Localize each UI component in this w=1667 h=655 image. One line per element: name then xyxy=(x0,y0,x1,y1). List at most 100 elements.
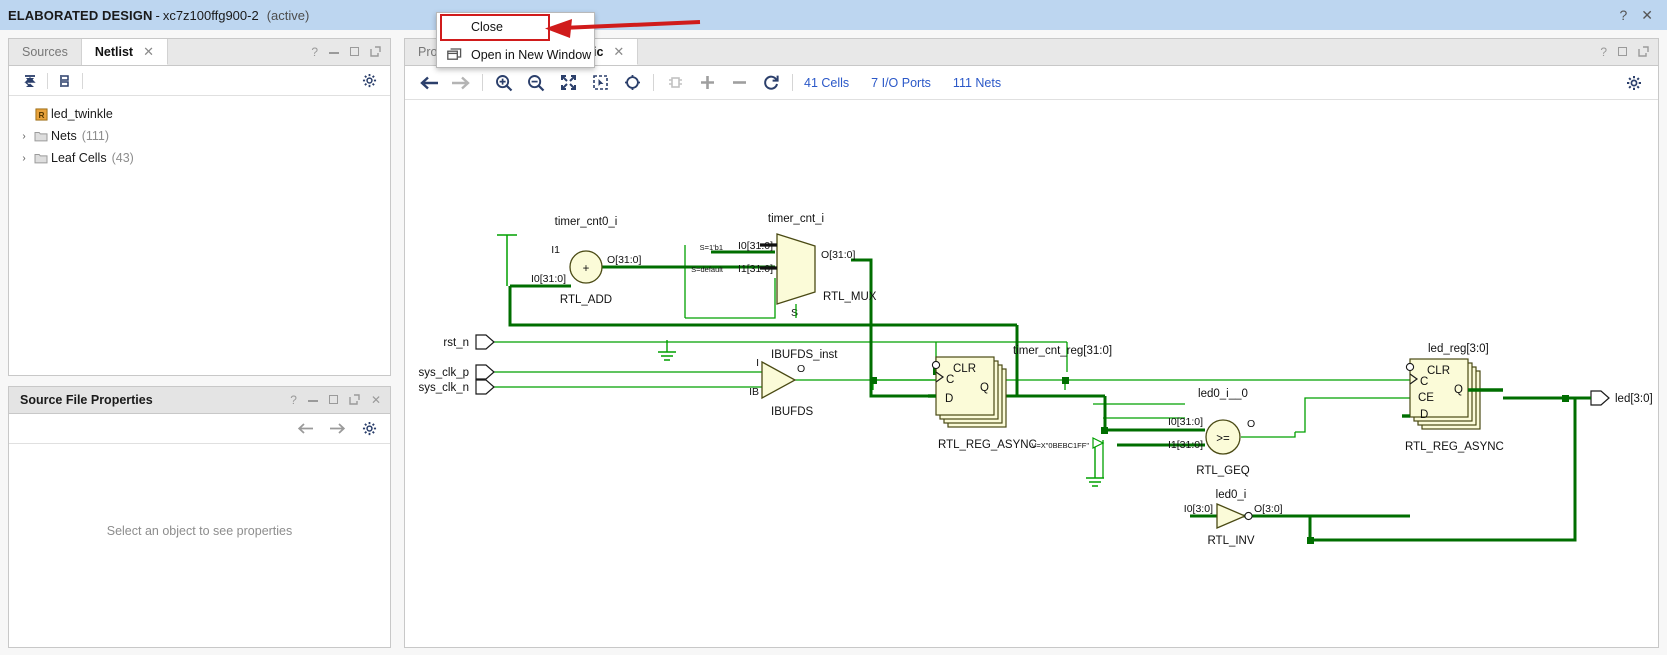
stat-cells[interactable]: 41 Cells xyxy=(804,76,849,90)
zoom-in-icon[interactable] xyxy=(488,70,520,96)
properties-toolbar xyxy=(9,414,390,444)
netlist-maximize-icon[interactable] xyxy=(350,46,359,58)
tree-item-leaf-cells[interactable]: › Leaf Cells (43) xyxy=(9,147,390,169)
stat-nets[interactable]: 111 Nets xyxy=(953,76,1001,90)
pin-mux-s: S xyxy=(791,307,798,319)
cell-IBUFDS_inst[interactable]: IBUFDS_inst IBUFDS I IB O xyxy=(749,349,838,418)
schematic-toolbar: 41 Cells 7 I/O Ports 111 Nets xyxy=(405,66,1658,100)
pin-led-c: C xyxy=(1420,376,1428,388)
netlist-tabstrip: Sources Netlist ✕ ? xyxy=(8,38,391,65)
toolbar-divider xyxy=(47,72,48,89)
remove-minus-icon[interactable] xyxy=(723,70,755,96)
netlist-settings-gear-icon[interactable] xyxy=(356,70,382,92)
cell-timer_cnt_i[interactable]: timer_cnt_i RTL_MUX I0[31:0] I1[31:0] S … xyxy=(691,213,877,319)
port-sys_clk_p[interactable]: sys_clk_p xyxy=(419,364,495,380)
window-close-button[interactable]: ✕ xyxy=(1641,8,1653,22)
tree-leafcells-chevron-right-icon[interactable]: › xyxy=(17,153,31,164)
tree-item-nets[interactable]: › Nets (111) xyxy=(9,125,390,147)
port-sys_clk_n[interactable]: sys_clk_n xyxy=(419,379,495,395)
svg-text:R: R xyxy=(38,109,44,119)
pin-geq-i0: I0[31:0] xyxy=(1168,416,1203,428)
netlist-float-icon[interactable] xyxy=(370,45,381,59)
tab-sources[interactable]: Sources xyxy=(9,39,82,65)
zoom-fit-icon[interactable] xyxy=(552,70,584,96)
window-help-button[interactable]: ? xyxy=(1619,8,1627,22)
netlist-body: R led_twinkle › Nets (111) › Leaf Cells … xyxy=(8,65,391,376)
expand-hierarchy-icon[interactable] xyxy=(52,70,78,92)
netlist-panel: Sources Netlist ✕ ? R led_twinkle › Nets… xyxy=(8,38,391,376)
rtl-add-symbol: + xyxy=(583,263,590,275)
collapse-all-icon[interactable] xyxy=(17,70,43,92)
properties-forward-arrow-icon[interactable] xyxy=(324,418,350,440)
properties-help-icon[interactable]: ? xyxy=(290,394,297,406)
tree-nets-label: Nets xyxy=(51,129,77,143)
tree-leafcells-label: Leaf Cells xyxy=(51,151,107,165)
netlist-minimize-icon[interactable] xyxy=(329,46,339,58)
context-menu-item-close[interactable]: Close xyxy=(437,13,594,41)
tree-root-led-twinkle[interactable]: R led_twinkle xyxy=(9,103,390,125)
cell-timer_cnt0_i-type: RTL_ADD xyxy=(560,294,612,306)
stat-io-ports[interactable]: 7 I/O Ports xyxy=(871,76,931,90)
properties-maximize-icon[interactable] xyxy=(328,394,338,406)
cell-led_reg[interactable]: CLR C CE D Q led_reg[3:0] RTL_REG_ASYNC xyxy=(1402,343,1504,453)
port-sys_clk_p-label: sys_clk_p xyxy=(419,367,470,379)
zoom-area-icon[interactable] xyxy=(584,70,616,96)
tab-schematic-close-icon[interactable]: ✕ xyxy=(613,44,624,60)
context-menu[interactable]: Close Open in New Window xyxy=(436,12,595,68)
properties-close-icon[interactable]: ✕ xyxy=(371,394,381,406)
source-file-properties-panel: Source File Properties ? ✕ Select an obj… xyxy=(8,386,391,648)
tab-sources-label: Sources xyxy=(22,45,68,59)
cell-led0_i__0-type: RTL_GEQ xyxy=(1196,465,1250,477)
properties-settings-gear-icon[interactable] xyxy=(356,418,382,440)
properties-back-arrow-icon[interactable] xyxy=(292,418,318,440)
context-menu-item-open-new-window[interactable]: Open in New Window xyxy=(437,41,594,69)
expand-cell-icon[interactable] xyxy=(659,70,691,96)
cell-timer_cnt0_i[interactable]: + timer_cnt0_i RTL_ADD I1 I0[31:0] O[31:… xyxy=(531,216,642,306)
pin-ibufds-o: O xyxy=(797,363,805,375)
cell-timer_cnt_i-instance: timer_cnt_i xyxy=(768,213,824,225)
schematic-body: 41 Cells 7 I/O Ports 111 Nets rst_n sys_… xyxy=(404,65,1659,648)
context-menu-close-label: Close xyxy=(471,20,503,34)
toolbar-divider-2 xyxy=(82,72,83,89)
pin-add-i0: I0[31:0] xyxy=(531,273,566,285)
pin-led-ce: CE xyxy=(1418,392,1434,404)
netlist-help-icon[interactable]: ? xyxy=(311,46,318,58)
pin-add-i1: I1 xyxy=(551,244,560,256)
geq-constant-label: V=X"0BEBC1FF" xyxy=(1031,441,1089,450)
cell-led0_i__0[interactable]: V=X"0BEBC1FF" >= led0_i__0 RTL_GEQ I0[31… xyxy=(1031,388,1296,477)
tabstrip-spacer xyxy=(168,39,302,65)
back-arrow-icon[interactable] xyxy=(413,70,445,96)
port-rst_n[interactable]: rst_n xyxy=(443,334,495,350)
schematic-maximize-icon[interactable] xyxy=(1618,46,1627,58)
cell-timer_cnt_reg[interactable]: CLR C D Q timer_cnt_reg[31:0] RTL_REG_AS… xyxy=(928,345,1112,451)
toolbar-divider-1 xyxy=(482,74,483,91)
rtl-design-icon: R xyxy=(31,107,51,121)
zoom-out-icon[interactable] xyxy=(520,70,552,96)
cell-led0_i[interactable]: led0_i RTL_INV I0[3:0] O[3:0] xyxy=(1184,489,1283,547)
window-controls: ? ✕ xyxy=(1619,8,1659,22)
pin-mux-o: O[31:0] xyxy=(821,249,856,261)
schematic-canvas[interactable]: rst_n sys_clk_p sys_clk_n led[3:0] + tim… xyxy=(405,100,1658,647)
wire-vcc-stub xyxy=(497,234,517,286)
tree-root-label: led_twinkle xyxy=(51,107,113,121)
schematic-help-icon[interactable]: ? xyxy=(1600,46,1607,58)
cell-led_reg-instance: led_reg[3:0] xyxy=(1428,343,1489,355)
cell-timer_cnt_i-type: RTL_MUX xyxy=(823,291,877,303)
schematic-settings-gear-icon[interactable] xyxy=(1618,70,1650,96)
properties-float-icon[interactable] xyxy=(349,393,360,407)
folder-icon xyxy=(31,130,51,142)
tree-nets-chevron-right-icon[interactable]: › xyxy=(17,131,31,142)
pin-cnt-d: D xyxy=(945,393,953,405)
schematic-float-icon[interactable] xyxy=(1638,45,1649,59)
center-view-icon[interactable] xyxy=(616,70,648,96)
netlist-toolbar xyxy=(9,66,390,96)
refresh-icon[interactable] xyxy=(755,70,787,96)
port-rst_n-label: rst_n xyxy=(443,337,469,349)
tab-netlist[interactable]: Netlist ✕ xyxy=(81,39,168,65)
add-plus-icon[interactable] xyxy=(691,70,723,96)
properties-minimize-icon[interactable] xyxy=(307,394,318,406)
toolbar-divider-3 xyxy=(792,74,793,91)
forward-arrow-icon[interactable] xyxy=(445,70,477,96)
tab-netlist-close-icon[interactable]: ✕ xyxy=(143,44,154,60)
properties-header: Source File Properties ? ✕ xyxy=(8,386,391,413)
